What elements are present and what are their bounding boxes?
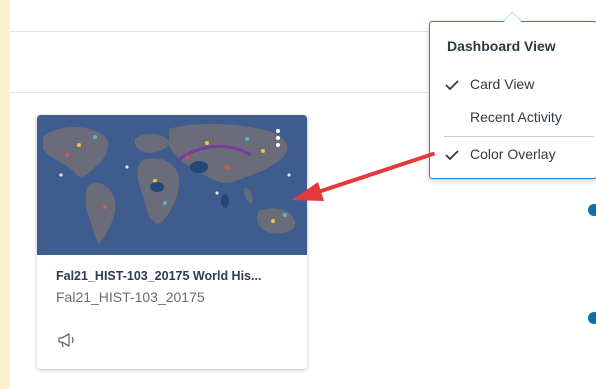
dashboard-view-heading: Dashboard View xyxy=(447,38,556,54)
course-card[interactable]: Fal21_HIST-103_20175 World His... Fal21_… xyxy=(37,115,307,369)
menu-item-recent-activity[interactable]: Recent Activity xyxy=(444,107,594,129)
menu-item-label: Card View xyxy=(470,76,535,92)
more-options-icon[interactable] xyxy=(273,129,283,153)
dashboard-view-menu: Dashboard View Card View Recent Activity… xyxy=(429,21,596,179)
checkmark-icon xyxy=(445,80,459,91)
status-indicator-dot xyxy=(588,204,596,216)
course-title-link[interactable]: Fal21_HIST-103_20175 World His... xyxy=(56,269,296,283)
world-map-image xyxy=(37,115,307,255)
menu-item-card-view[interactable]: Card View xyxy=(444,74,594,96)
course-code: Fal21_HIST-103_20175 xyxy=(56,289,205,305)
course-card-image[interactable] xyxy=(37,115,307,255)
checkmark-icon xyxy=(445,150,459,161)
status-indicator-dot xyxy=(588,312,596,324)
menu-item-label: Recent Activity xyxy=(470,109,562,125)
menu-item-label: Color Overlay xyxy=(470,146,556,162)
menu-item-color-overlay[interactable]: Color Overlay xyxy=(444,144,594,166)
announcement-icon[interactable] xyxy=(57,331,79,349)
menu-separator xyxy=(444,136,594,137)
